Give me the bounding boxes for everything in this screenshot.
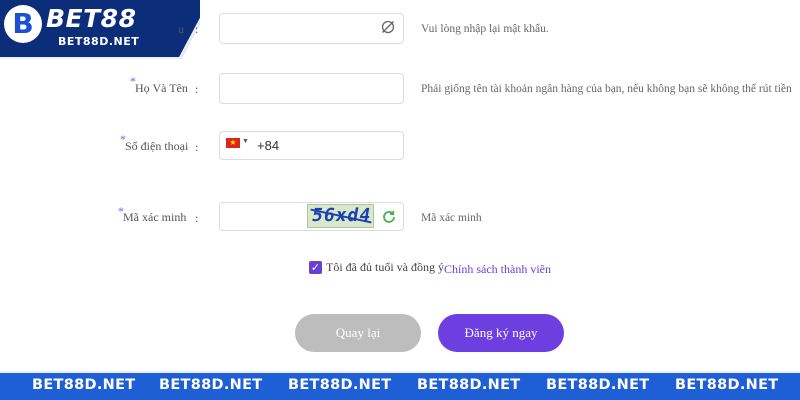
footer-domain: BET88D.NET	[675, 377, 779, 393]
phone-value: +84	[257, 138, 280, 153]
logo-subtitle: BET88D.NET	[58, 35, 140, 48]
back-button[interactable]: Quay lại	[295, 314, 421, 352]
brand-logo: B BET88 BET88D.NET	[0, 0, 200, 60]
refresh-icon[interactable]	[381, 209, 397, 230]
register-button[interactable]: Đăng ký ngay	[438, 314, 564, 352]
logo-title: BET88	[46, 4, 137, 33]
phone-colon: :	[195, 140, 199, 154]
footer-banner: BET88D.NET BET88D.NET BET88D.NET BET88D.…	[0, 371, 800, 400]
password-confirm-label: u	[178, 22, 184, 36]
footer-domain: BET88D.NET	[159, 377, 263, 393]
captcha-colon: :	[195, 211, 199, 225]
full-name-label: Họ Và Tên	[135, 81, 188, 95]
logo-badge: B	[4, 5, 42, 43]
password-confirm-input[interactable]	[219, 13, 404, 44]
member-policy-link[interactable]: Chính sách thành viên	[444, 262, 551, 277]
password-confirm-colon: :	[195, 22, 199, 36]
agree-checkbox[interactable]: ✓	[309, 261, 322, 274]
footer-domain: BET88D.NET	[417, 377, 521, 393]
password-confirm-hint: Vui lòng nhập lại mật khẩu.	[421, 23, 549, 35]
footer-domain: BET88D.NET	[288, 377, 392, 393]
phone-input[interactable]	[219, 131, 404, 160]
chevron-down-icon[interactable]: ▼	[242, 137, 249, 145]
footer-domain: BET88D.NET	[546, 377, 650, 393]
captcha-hint: Mã xác minh	[421, 212, 482, 224]
full-name-hint: Phải giống tên tài khoản ngân hàng của b…	[421, 83, 792, 95]
captcha-image: 56xd4	[307, 204, 374, 228]
full-name-colon: :	[195, 82, 199, 96]
full-name-input[interactable]	[219, 73, 404, 104]
vietnam-flag-icon[interactable]: ★	[226, 138, 240, 148]
phone-label: Số điện thoại	[125, 139, 189, 153]
eye-slash-icon[interactable]	[381, 20, 395, 39]
agree-text: Tôi đã đủ tuổi và đồng ý	[326, 260, 444, 274]
footer-domain: BET88D.NET	[32, 377, 136, 393]
captcha-label: Mã xác minh	[123, 210, 187, 224]
